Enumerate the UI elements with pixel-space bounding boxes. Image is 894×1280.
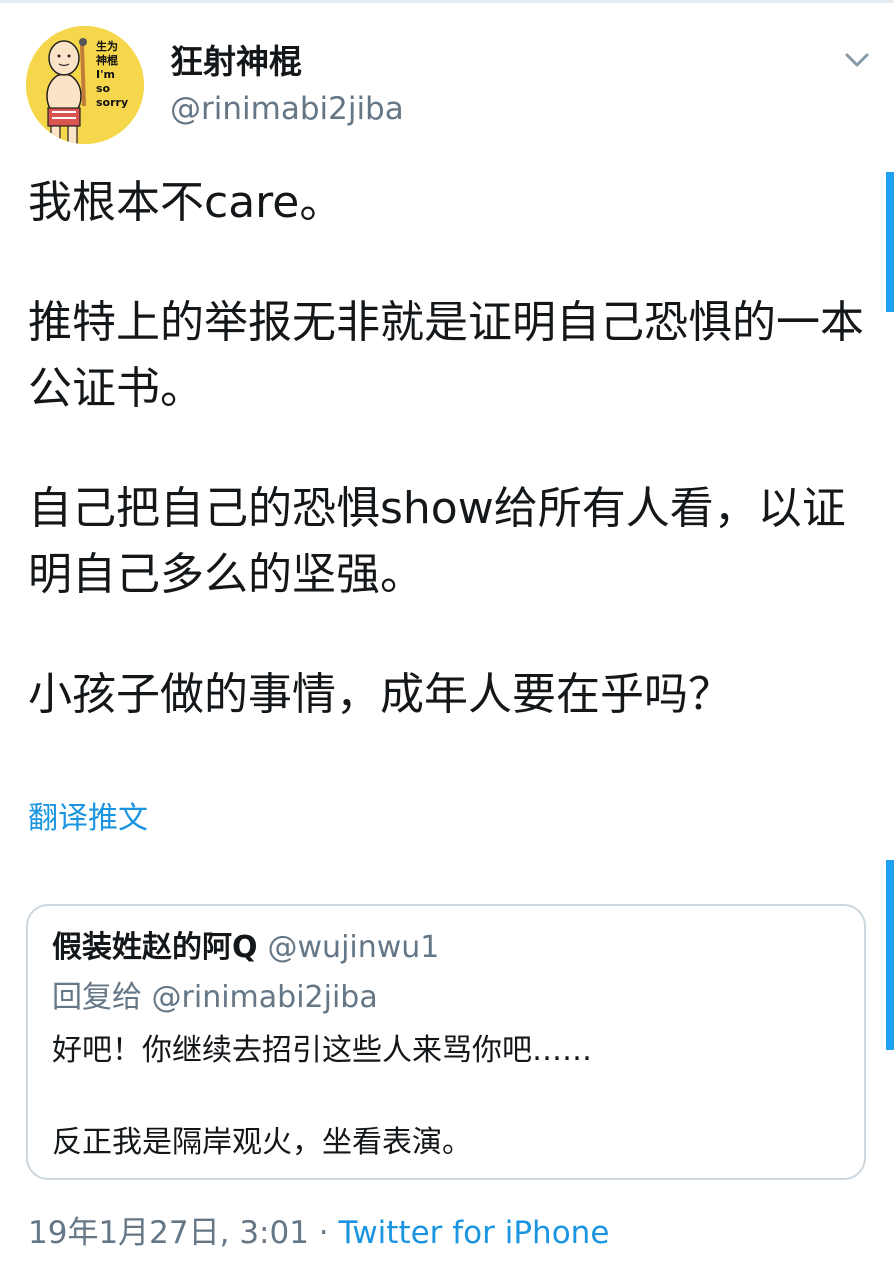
tweet-paragraph: 我根本不care。 [28, 177, 344, 228]
translate-tweet-link[interactable]: 翻译推文 [28, 796, 148, 842]
author-display-name[interactable]: 狂射神棍 [170, 40, 302, 84]
quoted-display-name: 假装姓赵的阿Q [52, 930, 258, 965]
tweet-paragraph: 推特上的举报无非就是证明自己恐惧的一本公证书。 [28, 297, 864, 414]
scroll-indicator [886, 172, 894, 312]
avatar[interactable]: 生为 神棍 I'm so sorry [26, 26, 144, 144]
tweet-paragraph: 自己把自己的恐惧show给所有人看，以证明自己多么的坚强。 [28, 483, 846, 600]
quoted-author: 假装姓赵的阿Q @wujinwu1 [52, 926, 439, 970]
meta-separator: · [318, 1215, 329, 1251]
tweet-text: 我根本不care。 推特上的举报无非就是证明自己恐惧的一本公证书。 自己把自己的… [28, 170, 868, 728]
tweet-meta: 19年1月27日, 3:01 · Twitter for iPhone [28, 1210, 609, 1256]
quoted-tweet-card[interactable]: 假装姓赵的阿Q @wujinwu1 回复给 @rinimabi2jiba 好吧！你… [26, 904, 866, 1180]
quoted-handle: @wujinwu1 [267, 930, 440, 965]
avatar-caption-line: sorry [96, 96, 129, 109]
tweet-timestamp[interactable]: 19年1月27日, 3:01 [28, 1215, 309, 1251]
avatar-caption-line: 神棍 [96, 54, 118, 67]
top-divider [0, 0, 894, 3]
quoted-reply-to: 回复给 @rinimabi2jiba [52, 980, 378, 1015]
tweet-source[interactable]: Twitter for iPhone [339, 1215, 610, 1251]
avatar-caption-line: I'm [96, 68, 115, 81]
tweet-paragraph: 小孩子做的事情，成年人要在乎吗？ [28, 669, 732, 720]
quoted-text: 好吧！你继续去招引这些人来骂你吧…… 反正我是隔岸观火，坐看表演。 [52, 1028, 842, 1166]
avatar-caption-line: so [96, 82, 111, 95]
scroll-indicator [886, 860, 894, 1050]
chevron-down-icon[interactable] [838, 40, 876, 78]
author-handle[interactable]: @rinimabi2jiba [170, 88, 404, 130]
quoted-paragraph: 好吧！你继续去招引这些人来骂你吧…… [52, 1033, 592, 1068]
quoted-paragraph: 反正我是隔岸观火，坐看表演。 [52, 1125, 472, 1160]
avatar-caption-line: 生为 [96, 40, 118, 53]
avatar-caption: 生为 神棍 I'm so sorry [96, 40, 142, 110]
